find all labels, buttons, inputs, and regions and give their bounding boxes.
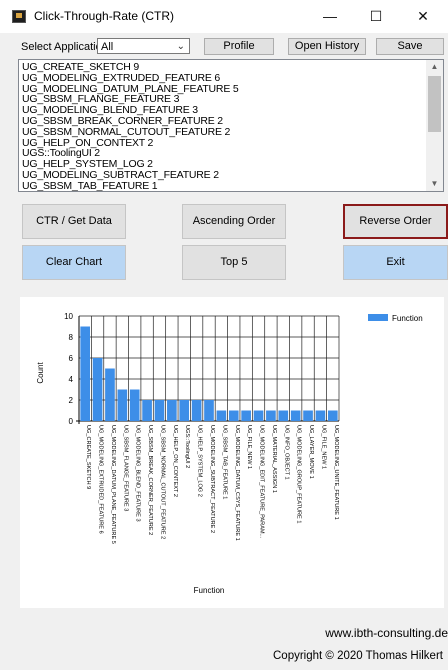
save-button[interactable]: Save [376, 38, 444, 55]
scroll-up-icon[interactable]: ▲ [426, 62, 443, 71]
open-history-button[interactable]: Open History [288, 38, 366, 55]
x-tick-label: UG_MODELING_DATUM_PLANE_FEATURE 5 [110, 425, 116, 544]
list-scrollbar[interactable]: ▲ ▼ [426, 60, 443, 191]
application-select[interactable]: All ⌄ [97, 38, 190, 54]
x-tick-label: UG_HELP_SYSTEM_LOG 2 [197, 425, 203, 497]
chart-bar [80, 326, 91, 421]
chart-bar [327, 410, 338, 421]
chart-bar [105, 368, 115, 421]
chart-bar [204, 400, 214, 421]
x-tick-label: UG_MODELING_SUBTRACT_FEATURE 2 [209, 425, 215, 533]
x-tick-label: UG_FILE_NEW 1 [320, 425, 326, 469]
window-title: Click-Through-Rate (CTR) [34, 9, 175, 23]
x-axis-title: Function [194, 586, 225, 595]
chart-bar [278, 410, 289, 421]
y-tick-label: 8 [69, 333, 74, 342]
legend-label: Function [392, 314, 423, 323]
chart-bar [129, 389, 140, 421]
exit-button[interactable]: Exit [343, 245, 448, 280]
clear-chart-button[interactable]: Clear Chart [22, 245, 126, 280]
close-button[interactable]: ✕ [400, 0, 446, 33]
legend-swatch [368, 314, 388, 321]
minimize-button[interactable]: — [307, 0, 353, 33]
x-tick-label: UG_SBSM_NORMAL_CUTOUT_FEATURE 2 [159, 425, 165, 539]
list-item[interactable]: UG_SBSM_NORMAL_CUTOUT_FEATURE 2 [22, 126, 427, 138]
ascending-order-button[interactable]: Ascending Order [182, 204, 286, 239]
chart-bar [191, 400, 202, 421]
title-bar: Click-Through-Rate (CTR) — ☐ ✕ [0, 0, 448, 33]
bar-chart: 0 2 4 6 8 10 UG_CREATE_SKETCH 9 UG_MODELING_EXT… [36, 312, 423, 595]
chart-bar [92, 358, 103, 421]
x-tick-label: UG_HELP_ON_CONTEXT 2 [172, 425, 178, 497]
x-tick-label: UG_MATERIAL_ASSIGN 1 [271, 425, 277, 493]
function-list: UG_CREATE_SKETCH 9 UG_MODELING_EXTRUDED_F… [22, 62, 427, 191]
chart-bar [216, 410, 227, 421]
chart-bar [303, 410, 313, 421]
x-tick-label: UG_MODELING_EXTRUDED_FEATURE 6 [98, 425, 104, 534]
y-tick-label: 2 [69, 396, 74, 405]
chart-bar [290, 410, 301, 421]
chart-bar [266, 410, 276, 421]
application-select-value: All [101, 41, 114, 53]
y-tick-label: 10 [64, 312, 73, 321]
x-tick-label: UG_INFO_OBJECT 1 [283, 425, 289, 480]
scroll-down-icon[interactable]: ▼ [426, 179, 443, 188]
function-listbox[interactable]: UG_CREATE_SKETCH 9 UG_MODELING_EXTRUDED_F… [18, 59, 444, 192]
list-item[interactable]: UG_SBSM_TAB_FEATURE 1 [22, 180, 427, 191]
x-tick-label: UGS::ToolingUI 2 [184, 425, 190, 468]
x-tick-label: UG_FILE_NEW 1 [246, 425, 252, 469]
x-tick-label: UG_MODELING_GROUP_FEATURE 1 [296, 425, 302, 523]
x-tick-label: UG_CREATE_SKETCH 9 [85, 425, 91, 489]
chart-bar [315, 410, 326, 421]
chart-bar [241, 410, 251, 421]
chart-bar [142, 400, 152, 421]
y-tick-label: 6 [69, 354, 74, 363]
y-axis-title: Count [36, 362, 45, 384]
ctr-get-data-button[interactable]: CTR / Get Data [22, 204, 126, 239]
y-tick-label: 4 [69, 375, 74, 384]
x-tick-label: UG_MODELING_EDIT_FEATURE_PARAM... [259, 425, 265, 539]
y-tick-label: 0 [69, 417, 74, 426]
chart-bar [167, 400, 177, 421]
scrollbar-thumb[interactable] [428, 76, 441, 132]
x-tick-label: UG_SBSM_TAB_FEATURE 1 [221, 425, 227, 499]
top5-button[interactable]: Top 5 [182, 245, 286, 280]
chart-bar [228, 410, 239, 421]
x-tick-label: UG_MODELING_UNITE_FEATURE 1 [333, 425, 339, 520]
x-tick-label: UG_MODELING_DATUM_CSYS_FEATURE 1 [234, 425, 240, 541]
chart-bar [117, 389, 128, 421]
copyright-text: Copyright © 2020 Thomas Hilkert [273, 650, 443, 662]
reverse-order-button[interactable]: Reverse Order [343, 204, 448, 239]
chart-bar [253, 410, 264, 421]
website-link[interactable]: www.ibth-consulting.de [325, 626, 448, 640]
x-tick-label: UG_MODELING_BLEND_FEATURE 3 [135, 425, 141, 522]
maximize-button[interactable]: ☐ [353, 0, 399, 33]
chevron-down-icon: ⌄ [176, 41, 185, 52]
x-tick-label: UG_SBSM_FLANGE_FEATURE 3 [122, 425, 128, 511]
x-tick-label: UG_SBSM_BREAK_CORNER_FEATURE 2 [147, 425, 153, 535]
chart-panel: 0 2 4 6 8 10 UG_CREATE_SKETCH 9 UG_MODELING_EXT… [20, 297, 444, 608]
profile-button[interactable]: Profile [204, 38, 274, 55]
chart-bar [154, 400, 165, 421]
list-item[interactable]: UG_MODELING_EXTRUDED_FEATURE 6 [22, 72, 427, 84]
app-icon [12, 10, 26, 23]
x-tick-label: UG_LAYER_MOVE 1 [308, 425, 314, 479]
chart-bar [179, 400, 190, 421]
